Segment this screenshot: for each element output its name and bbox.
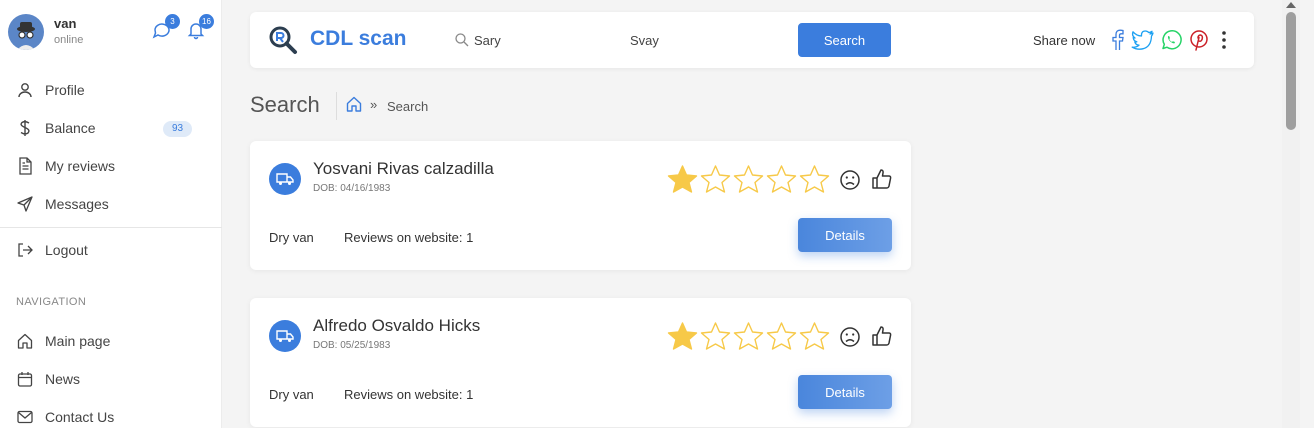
sidebar-item-messages[interactable]: Messages <box>0 188 222 220</box>
details-button[interactable]: Details <box>798 375 892 409</box>
driver-name[interactable]: Alfredo Osvaldo Hicks <box>313 316 480 336</box>
sidebar-item-news[interactable]: News <box>0 363 222 395</box>
search-icon <box>454 32 470 48</box>
trailer-type: Dry van <box>269 387 314 402</box>
sidebar-item-label: Messages <box>45 196 109 212</box>
bell-icon[interactable]: 16 <box>186 14 214 42</box>
reviews-count: Reviews on website: 1 <box>344 230 474 245</box>
driver-card: Yosvani Rivas calzadilla DOB: 04/16/1983… <box>250 141 911 270</box>
home-icon <box>16 332 34 350</box>
trailer-type: Dry van <box>269 230 314 245</box>
star-empty-icon[interactable] <box>798 164 831 194</box>
breadcrumb-divider <box>336 92 337 120</box>
search-button[interactable]: Search <box>798 23 891 57</box>
star-empty-icon[interactable] <box>699 164 732 194</box>
top-header: CDL scan Search Share now <box>250 12 1254 68</box>
sidebar-item-my-reviews[interactable]: My reviews <box>0 150 222 182</box>
more-vertical-icon[interactable] <box>1216 29 1232 51</box>
star-filled-icon[interactable] <box>666 164 699 194</box>
share-label: Share now <box>1033 33 1096 48</box>
notifications-count-badge: 16 <box>199 14 214 29</box>
rating-stars <box>666 164 831 194</box>
navigation-heading: NAVIGATION <box>16 296 87 308</box>
sad-face-icon[interactable] <box>838 168 862 192</box>
sidebar-item-label: Logout <box>45 242 88 258</box>
driver-dob: DOB: 04/16/1983 <box>313 183 391 194</box>
last-name-search-input[interactable] <box>630 28 760 52</box>
sidebar-item-main-page[interactable]: Main page <box>0 325 222 357</box>
sidebar-item-label: News <box>45 371 81 387</box>
dollar-icon <box>16 119 34 137</box>
user-status: online <box>54 34 84 46</box>
star-empty-icon[interactable] <box>798 321 831 351</box>
send-icon <box>16 195 34 213</box>
calendar-icon <box>16 370 34 388</box>
rating-stars <box>666 321 831 351</box>
sidebar: van online 3 16 Profile Balance 93 My re… <box>0 0 222 428</box>
chat-icon[interactable]: 3 <box>152 14 180 42</box>
sidebar-item-profile[interactable]: Profile <box>0 74 222 106</box>
driver-name[interactable]: Yosvani Rivas calzadilla <box>313 159 494 179</box>
brand-name[interactable]: CDL scan <box>310 27 406 51</box>
user-panel: van online 3 16 <box>8 12 214 52</box>
logo-icon[interactable] <box>268 25 298 55</box>
sidebar-item-label: My reviews <box>45 158 116 174</box>
sidebar-item-label: Main page <box>45 333 111 349</box>
sidebar-item-label: Contact Us <box>45 409 115 425</box>
whatsapp-icon[interactable] <box>1159 28 1183 52</box>
breadcrumb-separator: » <box>370 97 378 112</box>
sidebar-item-label: Balance <box>45 120 96 136</box>
breadcrumb-current: Search <box>387 99 429 114</box>
reviews-count: Reviews on website: 1 <box>344 387 474 402</box>
scroll-up-arrow[interactable] <box>1286 2 1296 8</box>
page-title: Search <box>250 92 320 117</box>
star-empty-icon[interactable] <box>732 321 765 351</box>
breadcrumb-home-icon[interactable] <box>346 96 362 112</box>
truck-icon <box>269 320 301 352</box>
sad-face-icon[interactable] <box>838 325 862 349</box>
user-name: van <box>54 16 77 31</box>
twitter-icon[interactable] <box>1131 28 1155 52</box>
truck-icon <box>269 163 301 195</box>
driver-dob: DOB: 05/25/1983 <box>313 340 391 351</box>
sidebar-item-balance[interactable]: Balance 93 <box>0 112 222 144</box>
star-filled-icon[interactable] <box>666 321 699 351</box>
star-empty-icon[interactable] <box>765 321 798 351</box>
logout-icon <box>16 241 34 259</box>
avatar[interactable] <box>8 14 44 50</box>
thumbs-up-icon[interactable] <box>870 324 894 348</box>
star-empty-icon[interactable] <box>699 321 732 351</box>
sidebar-item-contact-us[interactable]: Contact Us <box>0 401 222 428</box>
messages-count-badge: 3 <box>165 14 180 29</box>
star-empty-icon[interactable] <box>765 164 798 194</box>
pinterest-icon[interactable] <box>1187 28 1211 52</box>
driver-card: Alfredo Osvaldo Hicks DOB: 05/25/1983 Dr… <box>250 298 911 427</box>
scroll-thumb[interactable] <box>1286 12 1296 130</box>
sidebar-divider <box>0 227 222 228</box>
user-icon <box>16 81 34 99</box>
sidebar-item-label: Profile <box>45 82 85 98</box>
sidebar-item-logout[interactable]: Logout <box>0 234 222 266</box>
mail-icon <box>16 408 34 426</box>
balance-badge: 93 <box>163 121 193 137</box>
thumbs-up-icon[interactable] <box>870 167 894 191</box>
details-button[interactable]: Details <box>798 218 892 252</box>
star-empty-icon[interactable] <box>732 164 765 194</box>
first-name-search-input[interactable] <box>474 28 614 52</box>
document-icon <box>16 157 34 175</box>
page-scrollbar[interactable] <box>1282 0 1300 428</box>
facebook-icon[interactable] <box>1105 28 1129 52</box>
